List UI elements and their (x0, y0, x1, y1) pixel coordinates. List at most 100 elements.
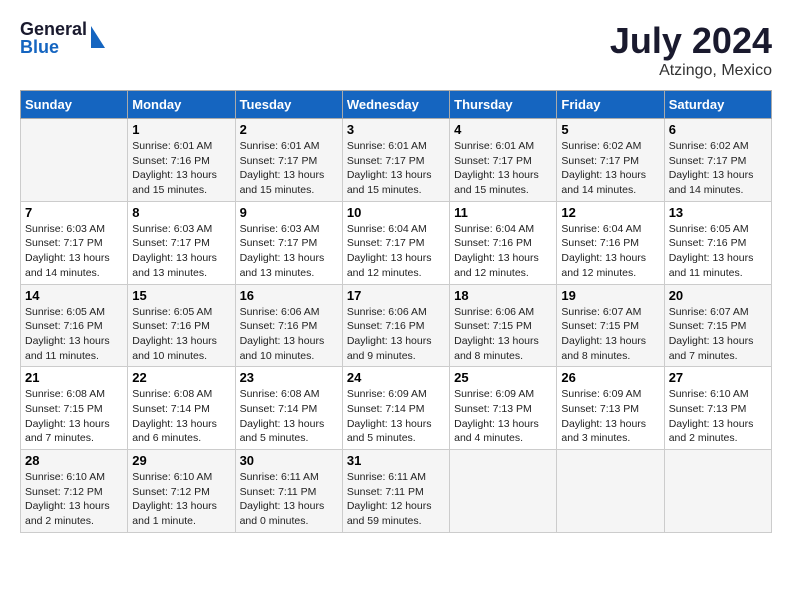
calendar-cell (21, 119, 128, 202)
day-number: 31 (347, 453, 445, 468)
calendar-cell: 15 Sunrise: 6:05 AM Sunset: 7:16 PM Dayli… (128, 284, 235, 367)
day-info: Sunrise: 6:01 AM Sunset: 7:17 PM Dayligh… (240, 139, 338, 198)
header-thursday: Thursday (450, 91, 557, 119)
header-friday: Friday (557, 91, 664, 119)
calendar-cell: 23 Sunrise: 6:08 AM Sunset: 7:14 PM Dayli… (235, 367, 342, 450)
calendar-cell: 24 Sunrise: 6:09 AM Sunset: 7:14 PM Dayli… (342, 367, 449, 450)
day-info: Sunrise: 6:08 AM Sunset: 7:14 PM Dayligh… (132, 387, 230, 446)
calendar-cell: 12 Sunrise: 6:04 AM Sunset: 7:16 PM Dayli… (557, 201, 664, 284)
week-row-3: 14 Sunrise: 6:05 AM Sunset: 7:16 PM Dayli… (21, 284, 772, 367)
day-number: 27 (669, 370, 767, 385)
day-number: 26 (561, 370, 659, 385)
calendar-cell: 17 Sunrise: 6:06 AM Sunset: 7:16 PM Dayli… (342, 284, 449, 367)
day-number: 11 (454, 205, 552, 220)
calendar-cell: 18 Sunrise: 6:06 AM Sunset: 7:15 PM Dayli… (450, 284, 557, 367)
day-number: 9 (240, 205, 338, 220)
day-info: Sunrise: 6:01 AM Sunset: 7:16 PM Dayligh… (132, 139, 230, 198)
day-info: Sunrise: 6:10 AM Sunset: 7:12 PM Dayligh… (132, 470, 230, 529)
calendar-cell (664, 450, 771, 533)
calendar-cell: 3Sunrise: 6:01 AM Sunset: 7:17 PM Daylig… (342, 119, 449, 202)
calendar-cell: 5Sunrise: 6:02 AM Sunset: 7:17 PM Daylig… (557, 119, 664, 202)
calendar-title: July 2024 (610, 20, 772, 62)
calendar-cell: 26 Sunrise: 6:09 AM Sunset: 7:13 PM Dayli… (557, 367, 664, 450)
day-info: Sunrise: 6:03 AM Sunset: 7:17 PM Dayligh… (132, 222, 230, 281)
week-row-1: 1Sunrise: 6:01 AM Sunset: 7:16 PM Daylig… (21, 119, 772, 202)
day-info: Sunrise: 6:06 AM Sunset: 7:16 PM Dayligh… (347, 305, 445, 364)
day-number: 14 (25, 288, 123, 303)
calendar-cell: 6Sunrise: 6:02 AM Sunset: 7:17 PM Daylig… (664, 119, 771, 202)
day-info: Sunrise: 6:04 AM Sunset: 7:17 PM Dayligh… (347, 222, 445, 281)
day-number: 8 (132, 205, 230, 220)
day-number: 7 (25, 205, 123, 220)
day-info: Sunrise: 6:05 AM Sunset: 7:16 PM Dayligh… (132, 305, 230, 364)
day-number: 12 (561, 205, 659, 220)
calendar-cell: 13Sunrise: 6:05 AM Sunset: 7:16 PM Dayli… (664, 201, 771, 284)
day-info: Sunrise: 6:09 AM Sunset: 7:14 PM Dayligh… (347, 387, 445, 446)
header-wednesday: Wednesday (342, 91, 449, 119)
calendar-cell: 14 Sunrise: 6:05 AM Sunset: 7:16 PM Dayli… (21, 284, 128, 367)
day-info: Sunrise: 6:03 AM Sunset: 7:17 PM Dayligh… (25, 222, 123, 281)
day-number: 2 (240, 122, 338, 137)
calendar-cell: 25Sunrise: 6:09 AM Sunset: 7:13 PM Dayli… (450, 367, 557, 450)
day-number: 24 (347, 370, 445, 385)
day-info: Sunrise: 6:04 AM Sunset: 7:16 PM Dayligh… (454, 222, 552, 281)
header-tuesday: Tuesday (235, 91, 342, 119)
calendar-cell: 22 Sunrise: 6:08 AM Sunset: 7:14 PM Dayli… (128, 367, 235, 450)
header-sunday: Sunday (21, 91, 128, 119)
calendar-cell: 16Sunrise: 6:06 AM Sunset: 7:16 PM Dayli… (235, 284, 342, 367)
day-number: 18 (454, 288, 552, 303)
day-number: 29 (132, 453, 230, 468)
day-number: 20 (669, 288, 767, 303)
day-info: Sunrise: 6:01 AM Sunset: 7:17 PM Dayligh… (454, 139, 552, 198)
calendar-cell: 10 Sunrise: 6:04 AM Sunset: 7:17 PM Dayli… (342, 201, 449, 284)
day-info: Sunrise: 6:03 AM Sunset: 7:17 PM Dayligh… (240, 222, 338, 281)
day-number: 28 (25, 453, 123, 468)
day-info: Sunrise: 6:09 AM Sunset: 7:13 PM Dayligh… (561, 387, 659, 446)
day-info: Sunrise: 6:02 AM Sunset: 7:17 PM Dayligh… (669, 139, 767, 198)
day-number: 25 (454, 370, 552, 385)
header-row: SundayMondayTuesdayWednesdayThursdayFrid… (21, 91, 772, 119)
calendar-cell: 9 Sunrise: 6:03 AM Sunset: 7:17 PM Daylig… (235, 201, 342, 284)
week-row-2: 7 Sunrise: 6:03 AM Sunset: 7:17 PM Daylig… (21, 201, 772, 284)
day-number: 10 (347, 205, 445, 220)
day-info: Sunrise: 6:11 AM Sunset: 7:11 PM Dayligh… (347, 470, 445, 529)
calendar-cell: 7 Sunrise: 6:03 AM Sunset: 7:17 PM Daylig… (21, 201, 128, 284)
day-info: Sunrise: 6:07 AM Sunset: 7:15 PM Dayligh… (561, 305, 659, 364)
calendar-cell: 28 Sunrise: 6:10 AM Sunset: 7:12 PM Dayli… (21, 450, 128, 533)
day-number: 21 (25, 370, 123, 385)
day-number: 17 (347, 288, 445, 303)
calendar-cell: 21Sunrise: 6:08 AM Sunset: 7:15 PM Dayli… (21, 367, 128, 450)
day-info: Sunrise: 6:07 AM Sunset: 7:15 PM Dayligh… (669, 305, 767, 364)
calendar-cell: 29 Sunrise: 6:10 AM Sunset: 7:12 PM Dayli… (128, 450, 235, 533)
day-number: 13 (669, 205, 767, 220)
calendar-cell: 11 Sunrise: 6:04 AM Sunset: 7:16 PM Dayli… (450, 201, 557, 284)
calendar-cell: 20 Sunrise: 6:07 AM Sunset: 7:15 PM Dayli… (664, 284, 771, 367)
page-header: General Blue July 2024 Atzingo, Mexico (20, 20, 772, 80)
day-number: 3 (347, 122, 445, 137)
day-number: 23 (240, 370, 338, 385)
calendar-cell: 19 Sunrise: 6:07 AM Sunset: 7:15 PM Dayli… (557, 284, 664, 367)
calendar-cell: 2 Sunrise: 6:01 AM Sunset: 7:17 PM Daylig… (235, 119, 342, 202)
day-info: Sunrise: 6:08 AM Sunset: 7:14 PM Dayligh… (240, 387, 338, 446)
day-number: 5 (561, 122, 659, 137)
day-number: 15 (132, 288, 230, 303)
calendar-cell (557, 450, 664, 533)
day-number: 19 (561, 288, 659, 303)
calendar-cell: 4Sunrise: 6:01 AM Sunset: 7:17 PM Daylig… (450, 119, 557, 202)
day-info: Sunrise: 6:10 AM Sunset: 7:12 PM Dayligh… (25, 470, 123, 529)
header-saturday: Saturday (664, 91, 771, 119)
calendar-cell: 27Sunrise: 6:10 AM Sunset: 7:13 PM Dayli… (664, 367, 771, 450)
day-info: Sunrise: 6:04 AM Sunset: 7:16 PM Dayligh… (561, 222, 659, 281)
calendar-cell: 1Sunrise: 6:01 AM Sunset: 7:16 PM Daylig… (128, 119, 235, 202)
day-number: 22 (132, 370, 230, 385)
day-info: Sunrise: 6:06 AM Sunset: 7:15 PM Dayligh… (454, 305, 552, 364)
day-number: 30 (240, 453, 338, 468)
calendar-table: SundayMondayTuesdayWednesdayThursdayFrid… (20, 90, 772, 533)
day-info: Sunrise: 6:05 AM Sunset: 7:16 PM Dayligh… (25, 305, 123, 364)
day-info: Sunrise: 6:11 AM Sunset: 7:11 PM Dayligh… (240, 470, 338, 529)
logo: General Blue (20, 20, 105, 56)
calendar-cell (450, 450, 557, 533)
logo-brand: General Blue (20, 20, 87, 56)
logo-triangle-icon (91, 26, 105, 48)
header-monday: Monday (128, 91, 235, 119)
